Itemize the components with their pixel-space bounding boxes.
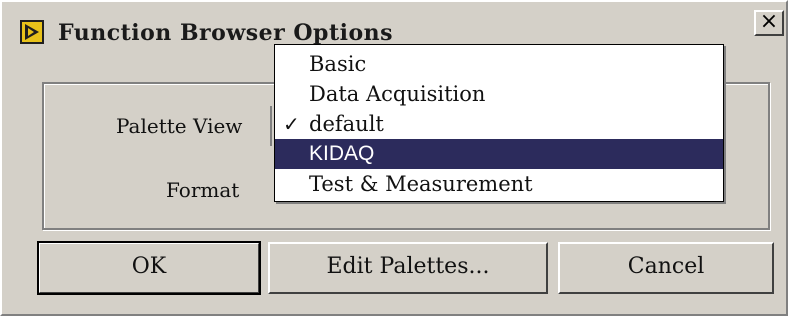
option-label: Test & Measurement	[309, 172, 533, 196]
palette-view-dropdown-list[interactable]: Basic Data Acquisition ✓ default KIDAQ T…	[274, 44, 724, 202]
ok-button[interactable]: OK	[37, 241, 261, 295]
window-title: Function Browser Options	[58, 20, 394, 46]
labview-icon	[20, 20, 44, 44]
dropdown-option-basic[interactable]: Basic	[275, 49, 723, 79]
dropdown-option-data-acquisition[interactable]: Data Acquisition	[275, 79, 723, 109]
option-label: Basic	[309, 52, 367, 76]
dropdown-option-default[interactable]: ✓ default	[275, 109, 723, 139]
cancel-button[interactable]: Cancel	[558, 242, 774, 294]
close-button[interactable]: ×	[754, 10, 784, 36]
dropdown-option-kidaq[interactable]: KIDAQ	[275, 139, 723, 169]
option-label: default	[309, 112, 384, 136]
checkmark-icon: ✓	[283, 112, 300, 136]
option-label: Data Acquisition	[309, 82, 486, 106]
palette-view-label: Palette View	[116, 114, 243, 138]
function-browser-options-dialog: Function Browser Options × Palette View …	[0, 0, 788, 316]
dropdown-option-test-measurement[interactable]: Test & Measurement	[275, 169, 723, 199]
close-icon: ×	[759, 9, 779, 34]
option-label: KIDAQ	[309, 142, 375, 165]
format-label: Format	[166, 178, 240, 202]
edit-palettes-button[interactable]: Edit Palettes...	[268, 242, 548, 294]
